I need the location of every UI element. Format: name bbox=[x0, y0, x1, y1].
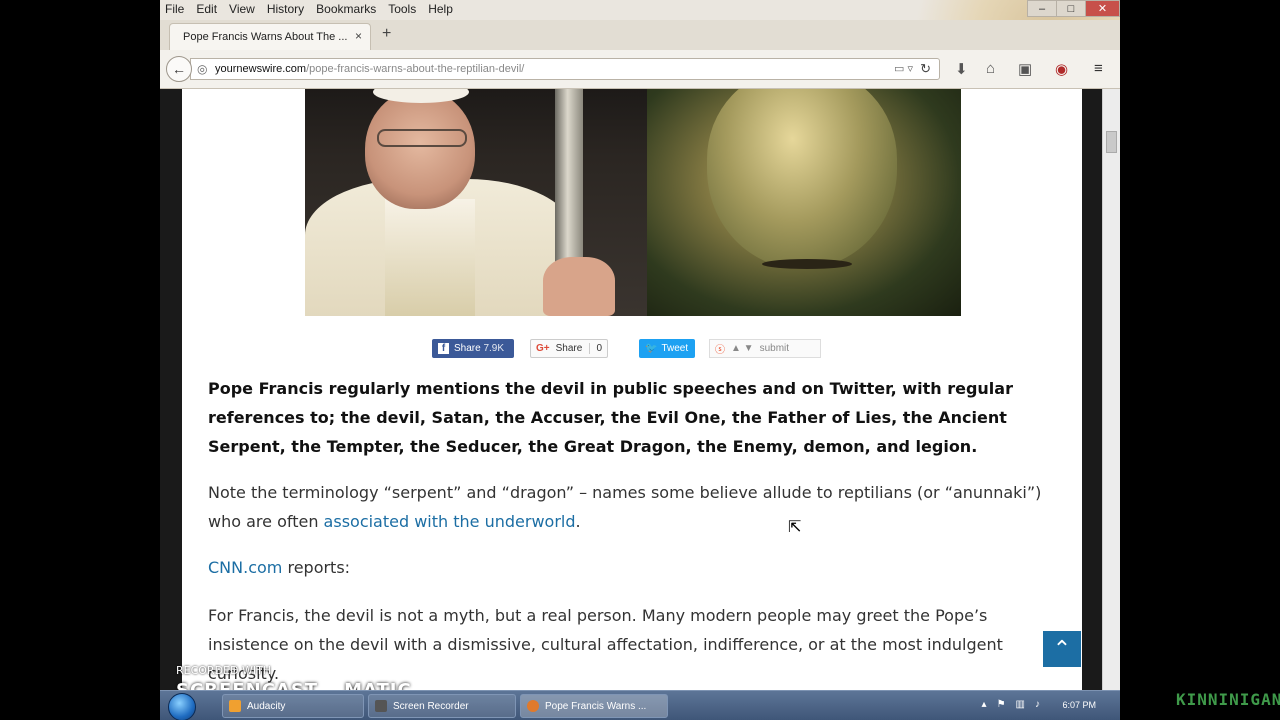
back-to-top-button[interactable]: ⌃ bbox=[1043, 631, 1081, 667]
recorder-icon bbox=[375, 700, 387, 712]
reload-icon[interactable]: ↻ bbox=[920, 61, 931, 77]
left-margin bbox=[160, 89, 182, 690]
menu-bar: File Edit View History Bookmarks Tools H… bbox=[160, 0, 1120, 90]
article-paragraph-quote: For Francis, the devil is not a myth, bu… bbox=[208, 606, 1003, 683]
taskbar-item-audacity[interactable]: Audacity bbox=[222, 694, 364, 718]
firefox-icon bbox=[527, 700, 539, 712]
tab-active[interactable]: Pope Francis Warns About The ... × bbox=[169, 23, 371, 50]
facebook-icon: f bbox=[438, 343, 449, 354]
taskbar-label: Pope Francis Warns ... bbox=[545, 700, 647, 712]
taskbar-clock[interactable]: 6:07 PM bbox=[1062, 700, 1096, 710]
menu-bookmarks[interactable]: Bookmarks bbox=[316, 2, 376, 16]
scrollbar-thumb[interactable] bbox=[1106, 131, 1117, 153]
tab-title: Pope Francis Warns About The ... bbox=[183, 31, 348, 43]
menu-tools[interactable]: Tools bbox=[388, 2, 416, 16]
recorded-with-label: RECORDED WITH bbox=[176, 664, 272, 677]
reptilian-photo bbox=[647, 89, 961, 316]
tweet-label: Tweet bbox=[661, 343, 689, 354]
article-paragraph-bold: Pope Francis regularly mentions the devi… bbox=[208, 379, 1013, 456]
pope-hand bbox=[543, 257, 615, 316]
download-icon[interactable]: ⬇ bbox=[955, 60, 968, 78]
underworld-link[interactable]: associated with the underworld bbox=[324, 512, 576, 531]
tray-volume-icon[interactable]: ♪ bbox=[1035, 699, 1040, 710]
audacity-icon bbox=[229, 700, 241, 712]
stumbleupon-icon: ⓢ bbox=[715, 345, 725, 356]
menu-edit[interactable]: Edit bbox=[196, 2, 217, 16]
reptilian-mouth bbox=[762, 259, 852, 269]
p2-text-after: . bbox=[575, 512, 581, 531]
tray-flag-icon[interactable]: ⚑ bbox=[997, 699, 1006, 710]
tab-close-icon[interactable]: × bbox=[355, 29, 362, 43]
globe-icon: ◎ bbox=[197, 62, 208, 76]
navigation-bar: ◎ yournewswire.com/pope-francis-warns-ab… bbox=[160, 50, 1120, 89]
gplus-share-count: 0 bbox=[589, 343, 602, 354]
pope-photo bbox=[305, 89, 647, 316]
menu-hamburger-icon[interactable]: ≡ bbox=[1094, 60, 1103, 77]
reptilian-face bbox=[707, 89, 897, 269]
menu-file[interactable]: File bbox=[165, 2, 184, 16]
screen: File Edit View History Bookmarks Tools H… bbox=[160, 0, 1120, 720]
url-text: yournewswire.com/pope-francis-warns-abou… bbox=[215, 63, 524, 75]
back-button[interactable]: ← bbox=[166, 56, 192, 82]
twitter-tweet-button[interactable]: 🐦 Tweet bbox=[639, 339, 695, 358]
right-margin bbox=[1082, 89, 1102, 690]
p3-text-after: reports: bbox=[282, 558, 351, 577]
taskbar-label: Screen Recorder bbox=[393, 700, 469, 712]
pope-glasses bbox=[377, 129, 467, 147]
tab-strip: Pope Francis Warns About The ... × + bbox=[160, 20, 1120, 51]
article-paragraph-cnn: CNN.com reports: bbox=[208, 553, 1068, 582]
minimize-button[interactable]: – bbox=[1027, 0, 1057, 17]
home-icon[interactable]: ⌂ bbox=[986, 60, 995, 77]
vertical-scrollbar[interactable] bbox=[1102, 89, 1120, 690]
pope-collar bbox=[385, 199, 475, 316]
twitter-icon: 🐦 bbox=[645, 343, 658, 354]
channel-watermark: KINNINIGAN bbox=[1176, 690, 1280, 709]
url-path: /pope-francis-warns-about-the-reptilian-… bbox=[306, 63, 525, 75]
tabs-icon[interactable]: ▣ bbox=[1018, 60, 1032, 78]
article-paragraph-terminology: Note the terminology “serpent” and “drag… bbox=[208, 478, 1068, 536]
tray-network-icon[interactable]: ▥ bbox=[1016, 699, 1025, 710]
new-tab-button[interactable]: + bbox=[382, 26, 391, 42]
taskbar-item-screen-recorder[interactable]: Screen Recorder bbox=[368, 694, 516, 718]
cnn-link[interactable]: CNN.com bbox=[208, 558, 282, 577]
upvote-icon: ▲ ▼ bbox=[731, 343, 754, 354]
facebook-share-label: Share bbox=[454, 343, 481, 354]
gplus-icon: G+ bbox=[536, 343, 550, 354]
facebook-share-button[interactable]: f Share 7.9K bbox=[432, 339, 514, 358]
close-window-button[interactable]: ✕ bbox=[1085, 0, 1120, 17]
gplus-share-button[interactable]: G+ Share 0 bbox=[530, 339, 608, 358]
pope-face bbox=[365, 89, 475, 209]
start-button[interactable] bbox=[168, 693, 196, 720]
taskbar-item-firefox[interactable]: Pope Francis Warns ... bbox=[520, 694, 668, 718]
facebook-share-count: 7.9K bbox=[483, 343, 505, 354]
menu-help[interactable]: Help bbox=[428, 2, 453, 16]
url-domain: yournewswire.com bbox=[215, 63, 307, 75]
menu-view[interactable]: View bbox=[229, 2, 255, 16]
url-bar[interactable]: ◎ yournewswire.com/pope-francis-warns-ab… bbox=[190, 58, 940, 80]
mouse-cursor-icon: ⇱ bbox=[788, 519, 802, 536]
stumble-submit-label: submit bbox=[759, 343, 790, 354]
menu-history[interactable]: History bbox=[267, 2, 304, 16]
maximize-button[interactable]: □ bbox=[1056, 0, 1086, 17]
tray-show-icons-icon[interactable]: ▴ bbox=[982, 699, 987, 710]
taskbar-label: Audacity bbox=[247, 700, 286, 712]
gplus-share-label: Share bbox=[555, 343, 583, 354]
page-content: f Share 7.9K G+ Share 0 🐦 Tweet ⓢ ▲ ▼ su… bbox=[182, 89, 1082, 690]
addon-icon[interactable]: ◉ bbox=[1055, 60, 1068, 78]
stumbleupon-submit-button[interactable]: ⓢ ▲ ▼ submit bbox=[709, 339, 821, 358]
article-hero-image bbox=[305, 89, 961, 316]
taskbar: Audacity Screen Recorder Pope Francis Wa… bbox=[160, 690, 1120, 720]
reader-view-icon[interactable]: ▭ ▿ bbox=[894, 62, 913, 75]
system-tray: ▴ ⚑ ▥ ♪ bbox=[982, 699, 1040, 710]
